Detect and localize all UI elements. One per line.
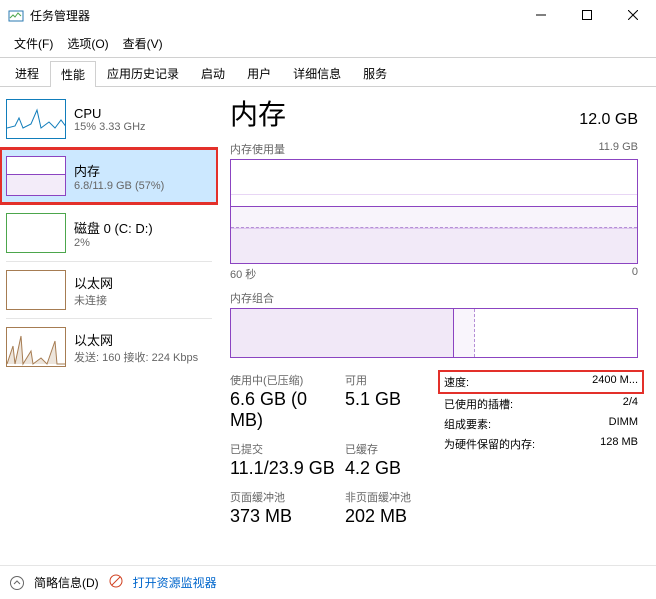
memory-thumbnail <box>6 156 66 196</box>
ethernet-thumbnail <box>6 327 66 367</box>
tab-services[interactable]: 服务 <box>352 60 398 86</box>
usage-graph-label: 内存使用量 <box>230 141 285 157</box>
stat-row-speed: 速度:2400 M... <box>440 372 642 392</box>
window-title: 任务管理器 <box>30 7 518 24</box>
main-panel: 内存 12.0 GB 内存使用量 11.9 GB 60 秒 0 内存组合 使用中… <box>218 87 656 575</box>
sidebar-item-sub: 发送: 160 接收: 224 Kbps <box>74 349 198 365</box>
sidebar-item-ethernet-1[interactable]: 以太网 未连接 <box>0 262 218 318</box>
sidebar-item-label: 以太网 <box>74 330 198 349</box>
tab-app-history[interactable]: 应用历史记录 <box>96 60 190 86</box>
sidebar-item-label: 磁盘 0 (C: D:) <box>74 218 153 237</box>
memory-composition-graph[interactable] <box>230 308 638 358</box>
disk-thumbnail <box>6 213 66 253</box>
memory-usage-graph[interactable] <box>230 159 638 264</box>
stat-value: 373 MB <box>230 506 345 527</box>
close-button[interactable] <box>610 0 656 30</box>
stat-row-slots: 已使用的插槽:2/4 <box>444 394 638 414</box>
stat-row-form: 组成要素:DIMM <box>444 414 638 434</box>
stat-row-reserved: 为硬件保留的内存:128 MB <box>444 434 638 454</box>
maximize-button[interactable] <box>564 0 610 30</box>
stat-value: 6.6 GB (0 MB) <box>230 389 345 431</box>
menu-view[interactable]: 查看(V) <box>117 32 169 55</box>
chevron-up-icon[interactable] <box>10 576 24 590</box>
stat-value: 11.1/23.9 GB <box>230 458 345 479</box>
ethernet-thumbnail <box>6 270 66 310</box>
sidebar-item-sub: 15% 3.33 GHz <box>74 121 146 133</box>
stat-label: 非页面缓冲池 <box>345 489 440 505</box>
sidebar-item-disk[interactable]: 磁盘 0 (C: D:) 2% <box>0 205 218 261</box>
memory-capacity: 12.0 GB <box>579 111 638 129</box>
tab-processes[interactable]: 进程 <box>4 60 50 86</box>
stat-value: 5.1 GB <box>345 389 440 410</box>
sidebar-item-label: CPU <box>74 106 146 121</box>
page-title: 内存 <box>230 93 286 133</box>
axis-right: 0 <box>632 266 638 282</box>
menu-options[interactable]: 选项(O) <box>61 32 114 55</box>
composition-label: 内存组合 <box>230 290 274 306</box>
footer: 简略信息(D) 打开资源监视器 <box>0 565 656 599</box>
stats-right: 速度:2400 M... 已使用的插槽:2/4 组成要素:DIMM 为硬件保留的… <box>440 372 638 527</box>
tab-details[interactable]: 详细信息 <box>282 60 352 86</box>
sidebar-item-sub: 2% <box>74 237 153 249</box>
tab-performance[interactable]: 性能 <box>50 61 96 87</box>
sidebar-item-cpu[interactable]: CPU 15% 3.33 GHz <box>0 91 218 147</box>
sidebar-item-sub: 6.8/11.9 GB (57%) <box>74 180 164 192</box>
stat-label: 已缓存 <box>345 441 440 457</box>
stat-label: 已提交 <box>230 441 345 457</box>
axis-left: 60 秒 <box>230 266 256 282</box>
sidebar-item-memory[interactable]: 内存 6.8/11.9 GB (57%) <box>0 148 218 204</box>
stats-left: 使用中(已压缩)6.6 GB (0 MB) 可用5.1 GB 已提交11.1/2… <box>230 372 440 527</box>
stat-value: 4.2 GB <box>345 458 440 479</box>
brief-info-link[interactable]: 简略信息(D) <box>34 574 99 591</box>
app-icon <box>8 7 24 23</box>
sidebar-item-label: 内存 <box>74 161 164 180</box>
sidebar-item-sub: 未连接 <box>74 292 113 308</box>
stat-label: 可用 <box>345 372 440 388</box>
resource-monitor-link[interactable]: 打开资源监视器 <box>133 574 217 591</box>
sidebar-item-ethernet-2[interactable]: 以太网 发送: 160 接收: 224 Kbps <box>0 319 218 375</box>
tab-users[interactable]: 用户 <box>236 60 282 86</box>
stat-label: 页面缓冲池 <box>230 489 345 505</box>
sidebar: CPU 15% 3.33 GHz 内存 6.8/11.9 GB (57%) 磁盘… <box>0 87 218 575</box>
stat-value: 202 MB <box>345 506 440 527</box>
menu-file[interactable]: 文件(F) <box>8 32 59 55</box>
minimize-button[interactable] <box>518 0 564 30</box>
stat-label: 使用中(已压缩) <box>230 372 345 388</box>
usage-graph-max: 11.9 GB <box>598 141 638 157</box>
tab-startup[interactable]: 启动 <box>190 60 236 86</box>
cpu-thumbnail <box>6 99 66 139</box>
forbidden-icon <box>109 574 123 591</box>
sidebar-item-label: 以太网 <box>74 273 113 292</box>
menubar: 文件(F) 选项(O) 查看(V) <box>0 30 656 58</box>
tabbar: 进程 性能 应用历史记录 启动 用户 详细信息 服务 <box>0 60 656 87</box>
